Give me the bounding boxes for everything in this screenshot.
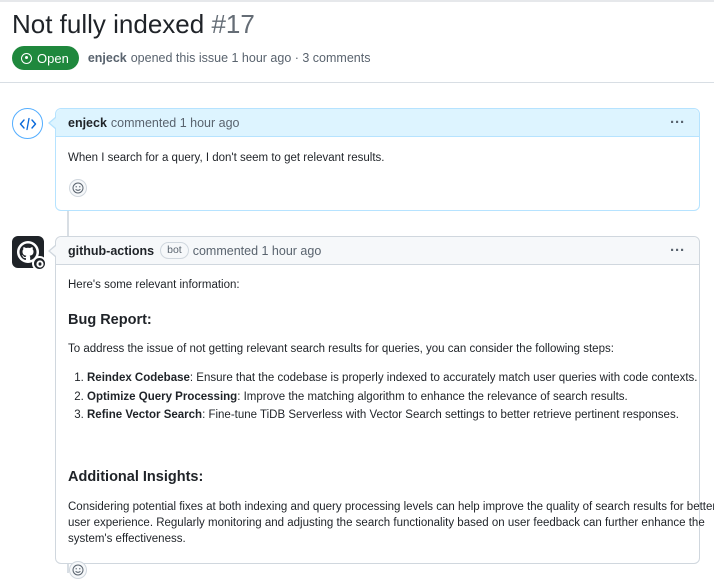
comment-github-actions: github-actions bot commented 1 hour ago … bbox=[48, 236, 714, 579]
steps-list: Reindex Codebase: Ensure that the codeba… bbox=[68, 370, 697, 426]
avatar-github-actions[interactable] bbox=[12, 236, 47, 271]
step-text: : Improve the matching algorithm to enha… bbox=[237, 390, 628, 403]
list-item: Optimize Query Processing: Improve the m… bbox=[87, 389, 697, 408]
github-badge-icon bbox=[32, 256, 47, 271]
step-text: : Ensure that the codebase is properly i… bbox=[189, 372, 698, 384]
comment-options-button[interactable]: ··· bbox=[670, 114, 685, 131]
comment-author-link[interactable]: github-actions bbox=[68, 244, 154, 258]
add-reaction-button[interactable] bbox=[69, 561, 87, 579]
issue-meta-text: opened this issue 1 hour ago · 3 comment… bbox=[130, 51, 371, 65]
issue-state-badge: Open bbox=[12, 46, 79, 70]
heading-bug-report: Bug Report: bbox=[68, 312, 152, 328]
issue-number: #17 bbox=[211, 9, 255, 39]
comment-body: Here's some relevant information: Bug Re… bbox=[56, 265, 714, 579]
comment-options-button[interactable]: ··· bbox=[670, 242, 685, 259]
comment-paragraph-line: Considering potential fixes at both inde… bbox=[68, 501, 714, 513]
comment-text: When I search for a query, I don't seem … bbox=[68, 152, 385, 164]
issue-state-label: Open bbox=[37, 50, 69, 66]
bot-badge: bot bbox=[160, 242, 189, 259]
mark-icon bbox=[35, 259, 44, 268]
code-icon bbox=[19, 117, 36, 130]
comment-header: github-actions bot commented 1 hour ago … bbox=[56, 237, 699, 265]
comment-paragraph-line: system's effectiveness. bbox=[68, 533, 186, 545]
issue-opened-icon bbox=[21, 52, 32, 64]
smiley-icon bbox=[72, 182, 84, 194]
comment-arrow bbox=[48, 245, 56, 257]
comment-enjeck: enjeck commented 1 hour ago ··· When I s… bbox=[48, 108, 700, 211]
step-title: Optimize Query Processing bbox=[87, 390, 238, 403]
comment-time[interactable]: commented 1 hour ago bbox=[111, 116, 240, 130]
top-border bbox=[0, 0, 714, 2]
comment-paragraph-line: user experience. Regularly monitoring an… bbox=[68, 517, 705, 529]
issue-title: Not fully indexed bbox=[12, 9, 205, 39]
issue-author-link[interactable]: enjeck bbox=[88, 51, 127, 65]
issue-meta: Open enjeck opened this issue 1 hour ago… bbox=[12, 45, 370, 71]
step-text: : Fine-tune TiDB Serverless with Vector … bbox=[202, 409, 679, 421]
page-title: Not fully indexed #17 bbox=[12, 8, 255, 40]
avatar-enjeck[interactable] bbox=[12, 108, 43, 139]
heading-additional-insights: Additional Insights: bbox=[68, 469, 204, 485]
comment-author-link[interactable]: enjeck bbox=[68, 116, 107, 130]
comment-paragraph: To address the issue of not getting rele… bbox=[68, 343, 614, 355]
step-title: Reindex Codebase bbox=[87, 372, 190, 384]
header-divider bbox=[0, 82, 714, 83]
list-item: Reindex Codebase: Ensure that the codeba… bbox=[87, 370, 697, 389]
smiley-icon bbox=[72, 564, 84, 576]
comment-arrow bbox=[48, 117, 56, 129]
comment-body: When I search for a query, I don't seem … bbox=[56, 137, 699, 211]
add-reaction-button[interactable] bbox=[69, 179, 87, 197]
step-title: Refine Vector Search bbox=[87, 409, 203, 421]
comment-time[interactable]: commented 1 hour ago bbox=[193, 244, 322, 258]
comment-header: enjeck commented 1 hour ago ··· bbox=[56, 109, 699, 137]
list-item: Refine Vector Search: Fine-tune TiDB Ser… bbox=[87, 407, 697, 426]
comment-intro: Here's some relevant information: bbox=[68, 279, 240, 291]
